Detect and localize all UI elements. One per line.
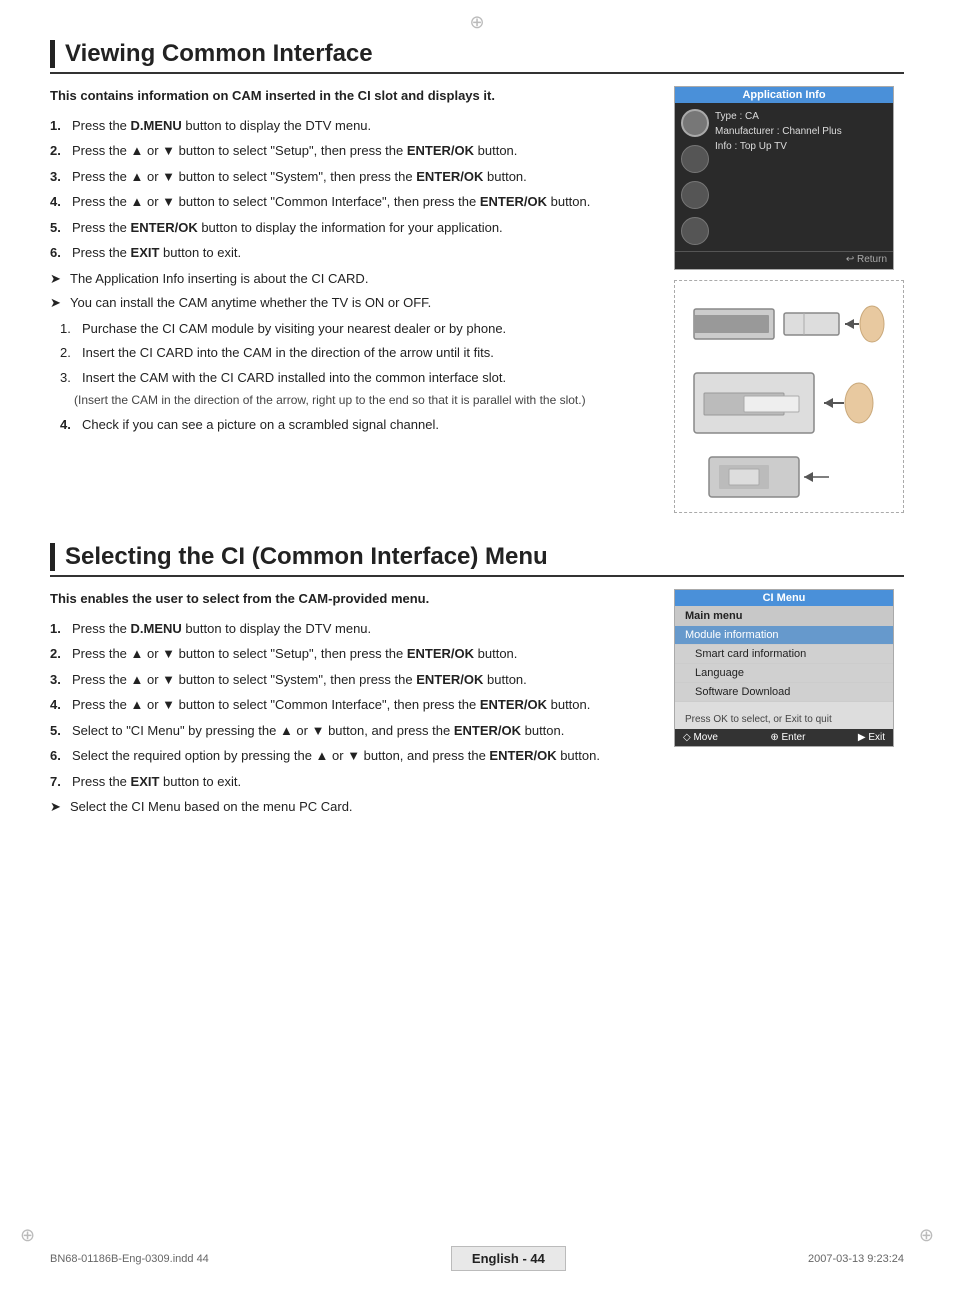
step-1-3: 3. Press the ▲ or ▼ button to select "Sy… [50, 167, 654, 187]
app-info-title: Application Info [675, 87, 893, 103]
page-footer: BN68-01186B-Eng-0309.indd 44 English - 4… [0, 1246, 954, 1271]
section1-intro: This contains information on CAM inserte… [50, 86, 654, 106]
app-icon-3 [681, 181, 709, 209]
ci-menu-item-module: Module information [675, 626, 893, 645]
footer-center: English - 44 [451, 1246, 566, 1271]
app-icon-4 [681, 217, 709, 245]
section1-right: Application Info Type : CA Manufacturer … [674, 86, 904, 513]
section2-intro: This enables the user to select from the… [50, 589, 654, 609]
step-1-5: 5. Press the ENTER/OK button to display … [50, 218, 654, 238]
ci-menu-screenshot: CI Menu Main menu Module information Sma… [674, 589, 894, 747]
step-2-1: 1. Press the D.MENU button to display th… [50, 619, 654, 639]
ci-menu-main-label: Main menu [675, 606, 893, 626]
diagram-row-1 [683, 289, 895, 357]
section1-notes: ➤ The Application Info inserting is abou… [50, 269, 654, 313]
ci-menu-title: CI Menu [675, 590, 893, 606]
ci-menu-item-smartcard: Smart card information [675, 645, 893, 664]
ci-menu-item-language: Language [675, 664, 893, 683]
page-container: ⊕ Viewing Common Interface This contains… [0, 0, 954, 1301]
step-1-6: 6. Press the EXIT button to exit. [50, 243, 654, 263]
note-1-2: ➤ You can install the CAM anytime whethe… [50, 293, 654, 313]
section1-substep4: 4. Check if you can see a picture on a s… [50, 415, 654, 435]
section2-left: This enables the user to select from the… [50, 589, 654, 822]
diagram-svg-2 [689, 363, 889, 443]
step-1-1: 1. Press the D.MENU button to display th… [50, 116, 654, 136]
section2-title: Selecting the CI (Common Interface) Menu [65, 543, 548, 571]
app-icon-2 [681, 145, 709, 173]
section1-header: Viewing Common Interface [50, 40, 904, 74]
app-info-text: Type : CA Manufacturer : Channel Plus In… [715, 109, 887, 245]
sub-step-1: 1. Purchase the CI CAM module by visitin… [50, 319, 654, 339]
section1-bar [50, 40, 55, 68]
app-info-value: Info : Top Up TV [715, 139, 887, 154]
ci-footer-exit: ▶ Exit [858, 732, 885, 743]
diagram-svg-3 [689, 449, 889, 504]
step-2-5: 5. Select to "CI Menu" by pressing the ▲… [50, 721, 654, 741]
section1-content: This contains information on CAM inserte… [50, 86, 904, 513]
ci-menu-press-text: Press OK to select, or Exit to quit [675, 710, 893, 729]
step-2-6: 6. Select the required option by pressin… [50, 746, 654, 766]
section-ci-menu: Selecting the CI (Common Interface) Menu… [50, 543, 904, 822]
app-info-body: Type : CA Manufacturer : Channel Plus In… [675, 103, 893, 251]
app-type: Type : CA [715, 109, 887, 124]
footer-left: BN68-01186B-Eng-0309.indd 44 [50, 1253, 209, 1265]
section2-notes: ➤ Select the CI Menu based on the menu P… [50, 797, 654, 817]
app-return-label: ↩ Return [675, 251, 893, 269]
note-2-1-text: Select the CI Menu based on the menu PC … [70, 797, 353, 817]
step-2-2: 2. Press the ▲ or ▼ button to select "Se… [50, 644, 654, 664]
section1-substeps: 1. Purchase the CI CAM module by visitin… [50, 319, 654, 388]
sub-step-4: 4. Check if you can see a picture on a s… [50, 415, 654, 435]
ci-menu-spacer [675, 702, 893, 710]
section1-left: This contains information on CAM inserte… [50, 86, 654, 513]
step-1-4: 4. Press the ▲ or ▼ button to select "Co… [50, 192, 654, 212]
crosshair-top: ⊕ [469, 12, 484, 33]
diagram-row-3 [683, 449, 895, 504]
step-1-2: 2. Press the ▲ or ▼ button to select "Se… [50, 141, 654, 161]
sub-step-3-note: (Insert the CAM in the direction of the … [50, 392, 654, 409]
note-2-1: ➤ Select the CI Menu based on the menu P… [50, 797, 654, 817]
diagram-svg-1 [689, 289, 889, 357]
step-2-3: 3. Press the ▲ or ▼ button to select "Sy… [50, 670, 654, 690]
section-viewing-common-interface: Viewing Common Interface This contains i… [50, 40, 904, 513]
app-icon-1 [681, 109, 709, 137]
ci-menu-item-software: Software Download [675, 683, 893, 702]
note-1-1: ➤ The Application Info inserting is abou… [50, 269, 654, 289]
sub-step-3: 3. Insert the CAM with the CI CARD insta… [50, 368, 654, 388]
diagram-row-2 [683, 363, 895, 443]
ci-menu-footer: ◇ Move ⊕ Enter ▶ Exit [675, 729, 893, 746]
section1-title: Viewing Common Interface [65, 40, 373, 68]
step-2-4: 4. Press the ▲ or ▼ button to select "Co… [50, 695, 654, 715]
app-info-screenshot: Application Info Type : CA Manufacturer … [674, 86, 894, 270]
ci-diagrams [674, 280, 904, 513]
crosshair-bottom-right: ⊕ [919, 1225, 934, 1246]
section2-right: CI Menu Main menu Module information Sma… [674, 589, 904, 822]
section1-steps: 1. Press the D.MENU button to display th… [50, 116, 654, 263]
sub-step-2: 2. Insert the CI CARD into the CAM in th… [50, 343, 654, 363]
section2-steps: 1. Press the D.MENU button to display th… [50, 619, 654, 792]
app-manufacturer: Manufacturer : Channel Plus [715, 124, 887, 139]
footer-right: 2007-03-13 9:23:24 [808, 1253, 904, 1265]
ci-footer-move: ◇ Move [683, 732, 718, 743]
app-info-icons [681, 109, 709, 245]
section2-content: This enables the user to select from the… [50, 589, 904, 822]
section2-header: Selecting the CI (Common Interface) Menu [50, 543, 904, 577]
section2-bar [50, 543, 55, 571]
crosshair-bottom-left: ⊕ [20, 1225, 35, 1246]
step-2-7: 7. Press the EXIT button to exit. [50, 772, 654, 792]
ci-footer-enter: ⊕ Enter [770, 732, 805, 743]
